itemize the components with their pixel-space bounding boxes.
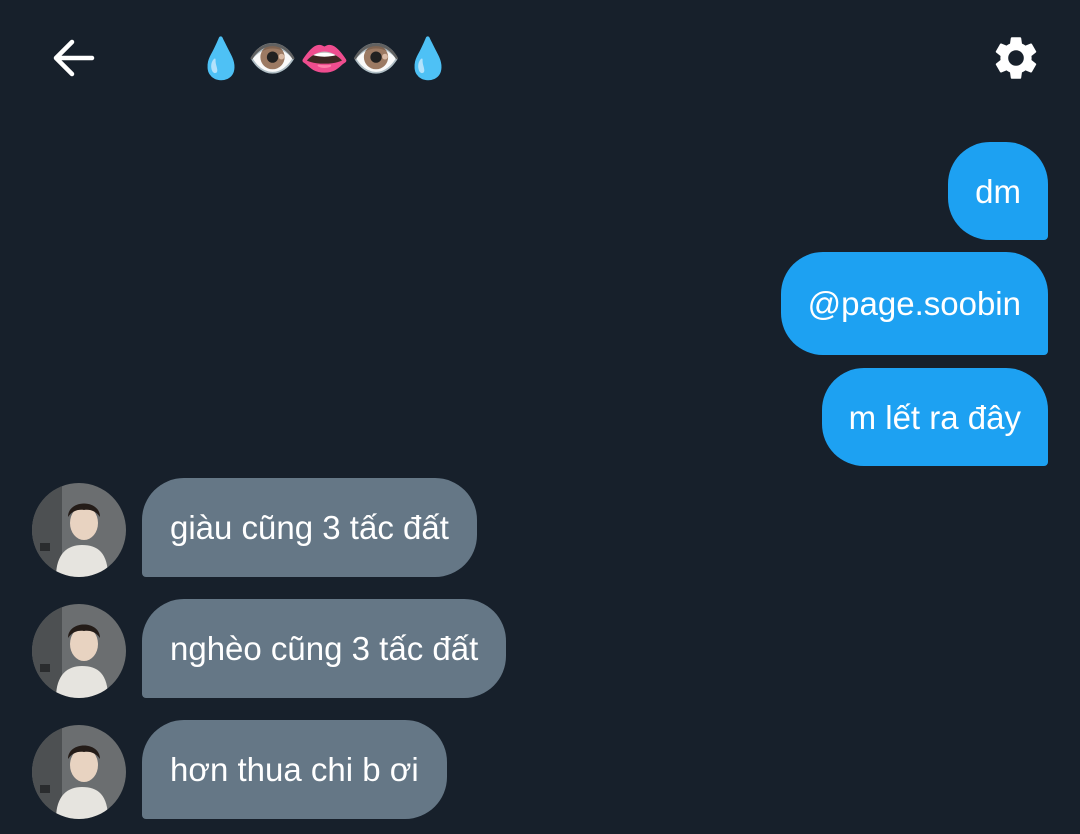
message-text: nghèo cũng 3 tấc đất (170, 630, 479, 667)
settings-button[interactable] (986, 28, 1046, 88)
sent-message[interactable]: @page.soobin (780, 252, 1048, 355)
message-text: m lết ra đây (848, 398, 1021, 436)
received-message[interactable]: nghèo cũng 3 tấc đất (142, 599, 507, 698)
avatar[interactable] (32, 725, 126, 819)
arrow-left-icon (53, 39, 95, 77)
profile-photo (32, 483, 126, 577)
received-message[interactable]: hơn thua chi b ơi (142, 720, 447, 819)
avatar[interactable] (32, 483, 126, 577)
conversation-title: 💧👁️👄👁️💧 (196, 35, 456, 82)
profile-photo (32, 604, 126, 698)
profile-photo (32, 725, 126, 819)
message-text: dm (975, 172, 1021, 210)
gear-icon (995, 37, 1037, 79)
sent-message[interactable]: dm (948, 142, 1048, 240)
received-message[interactable]: giàu cũng 3 tấc đất (142, 478, 477, 577)
chat-header: 💧👁️👄👁️💧 (0, 0, 1080, 118)
avatar[interactable] (32, 604, 126, 698)
message-text: @page.soobin (807, 285, 1021, 322)
message-text: hơn thua chi b ơi (170, 751, 419, 788)
back-button[interactable] (44, 28, 104, 88)
message-text: giàu cũng 3 tấc đất (170, 509, 449, 546)
sent-message[interactable]: m lết ra đây (821, 368, 1048, 466)
